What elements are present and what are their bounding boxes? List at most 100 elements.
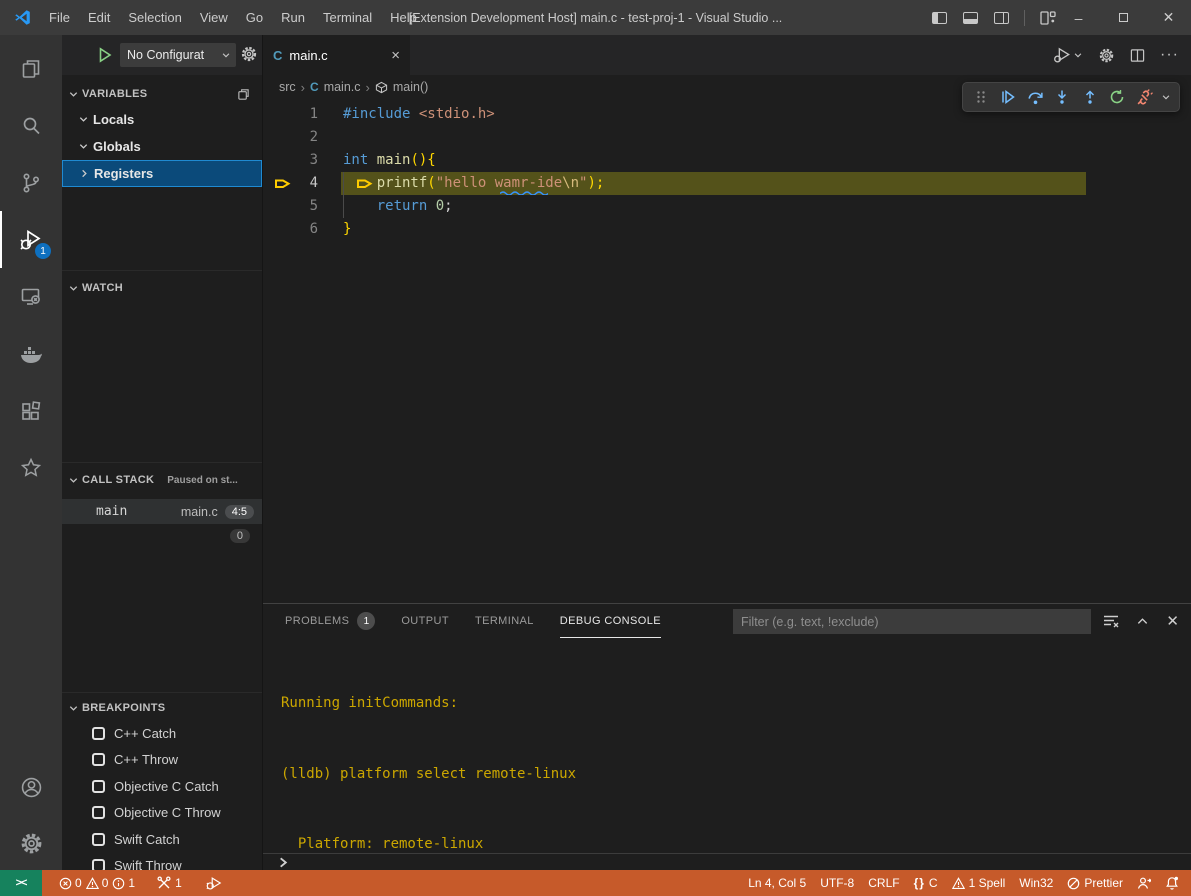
platform-indicator[interactable]: Win32 bbox=[1012, 870, 1060, 896]
step-over-button[interactable] bbox=[1023, 85, 1047, 109]
code-editor[interactable]: 1 2 3 4 5 6 #include <stdio.h> int main(… bbox=[263, 99, 1191, 603]
sidebar-item-docker[interactable] bbox=[0, 325, 62, 382]
tab-terminal[interactable]: TERMINAL bbox=[475, 604, 534, 638]
variables-scope-locals[interactable]: Locals bbox=[62, 106, 262, 133]
maximize-panel-icon[interactable] bbox=[1136, 615, 1149, 628]
continue-button[interactable] bbox=[996, 85, 1020, 109]
launch-config-gear-icon[interactable] bbox=[240, 45, 258, 63]
debug-configuration-select[interactable]: No Configurat bbox=[120, 43, 236, 67]
checkbox-unchecked[interactable] bbox=[92, 806, 105, 819]
breakpoint-objc-throw[interactable]: Objective C Throw bbox=[62, 800, 262, 827]
close-button[interactable]: ✕ bbox=[1146, 0, 1191, 35]
sidebar-item-search[interactable] bbox=[0, 97, 62, 154]
account-button[interactable] bbox=[0, 759, 62, 816]
cursor-position[interactable]: Ln 4, Col 5 bbox=[741, 870, 813, 896]
console-filter-input[interactable] bbox=[733, 609, 1091, 634]
call-stack-section-header[interactable]: CALL STACK Paused on st... bbox=[62, 468, 262, 492]
debug-toolbar-more[interactable] bbox=[1159, 85, 1173, 109]
editor-settings-gear-icon[interactable] bbox=[1098, 47, 1115, 64]
settings-button[interactable] bbox=[0, 816, 62, 870]
toolbar-drag-handle[interactable] bbox=[969, 85, 993, 109]
close-tab-icon[interactable]: × bbox=[391, 47, 400, 64]
menu-view[interactable]: View bbox=[191, 0, 237, 35]
code-line-1[interactable]: #include <stdio.h> bbox=[343, 103, 495, 126]
tab-main-c[interactable]: C main.c × bbox=[263, 35, 410, 75]
code-line-5[interactable]: return 0; bbox=[343, 195, 453, 218]
code-line-6[interactable]: } bbox=[343, 218, 351, 241]
step-into-button[interactable] bbox=[1050, 85, 1074, 109]
call-stack-frame-main[interactable]: main main.c 4:5 bbox=[62, 499, 262, 524]
line-number[interactable]: 1 bbox=[263, 103, 318, 126]
code-line-4[interactable]: printf("hello wamr-ide\n"); bbox=[343, 172, 604, 195]
call-stack-session-row[interactable]: 0 bbox=[62, 524, 262, 548]
sidebar-item-source-control[interactable] bbox=[0, 154, 62, 211]
breadcrumb-symbol[interactable]: main() bbox=[393, 80, 428, 94]
menu-go[interactable]: Go bbox=[237, 0, 272, 35]
current-statement-gutter-arrow-icon[interactable] bbox=[274, 176, 291, 191]
maximize-button[interactable] bbox=[1101, 0, 1146, 35]
split-editor-icon[interactable] bbox=[1130, 48, 1145, 63]
debug-session-status[interactable] bbox=[199, 870, 229, 896]
menu-terminal[interactable]: Terminal bbox=[314, 0, 381, 35]
line-number[interactable]: 3 bbox=[263, 149, 318, 172]
checkbox-unchecked[interactable] bbox=[92, 753, 105, 766]
breakpoint-swift-throw[interactable]: Swift Throw bbox=[62, 853, 262, 871]
breakpoint-cpp-throw[interactable]: C++ Throw bbox=[62, 747, 262, 774]
breadcrumb-folder[interactable]: src bbox=[279, 80, 296, 94]
menu-selection[interactable]: Selection bbox=[119, 0, 190, 35]
debug-console-input[interactable] bbox=[263, 853, 1191, 870]
watch-section-header[interactable]: WATCH bbox=[62, 276, 262, 300]
variables-scope-registers[interactable]: Registers bbox=[62, 160, 262, 187]
tab-debug-console[interactable]: DEBUG CONSOLE bbox=[560, 604, 661, 638]
line-number[interactable]: 5 bbox=[263, 195, 318, 218]
sidebar-item-extensions[interactable] bbox=[0, 382, 62, 439]
menu-edit[interactable]: Edit bbox=[79, 0, 119, 35]
formatter-status[interactable]: Prettier bbox=[1060, 870, 1130, 896]
menu-run[interactable]: Run bbox=[272, 0, 314, 35]
checkbox-unchecked[interactable] bbox=[92, 833, 105, 846]
toggle-secondary-sidebar-icon[interactable] bbox=[994, 12, 1009, 24]
code-line-3[interactable]: int main(){ bbox=[343, 149, 436, 172]
tab-problems[interactable]: PROBLEMS1 bbox=[285, 604, 375, 638]
minimize-button[interactable]: – bbox=[1056, 0, 1101, 35]
remote-indicator[interactable]: >< bbox=[0, 870, 42, 896]
breadcrumb-file[interactable]: main.c bbox=[324, 80, 361, 94]
language-mode[interactable]: {} C bbox=[907, 870, 945, 896]
close-panel-icon[interactable]: ✕ bbox=[1166, 612, 1179, 630]
breakpoints-section-header[interactable]: BREAKPOINTS bbox=[62, 696, 262, 720]
breakpoint-cpp-catch[interactable]: C++ Catch bbox=[62, 720, 262, 747]
feedback-button[interactable] bbox=[1130, 870, 1158, 896]
more-actions-icon[interactable]: ··· bbox=[1160, 46, 1179, 64]
sidebar-item-explorer[interactable] bbox=[0, 40, 62, 97]
copy-icon[interactable] bbox=[237, 88, 250, 101]
variables-scope-globals[interactable]: Globals bbox=[62, 133, 262, 160]
notifications-button[interactable] bbox=[1158, 870, 1191, 896]
sidebar-item-run-debug[interactable]: 1 bbox=[0, 211, 62, 268]
checkbox-unchecked[interactable] bbox=[92, 780, 105, 793]
checkbox-unchecked[interactable] bbox=[92, 727, 105, 740]
disconnect-button[interactable] bbox=[1132, 85, 1156, 109]
restart-button[interactable] bbox=[1105, 85, 1129, 109]
menu-file[interactable]: File bbox=[40, 0, 79, 35]
spell-checker-status[interactable]: 1 Spell bbox=[945, 870, 1013, 896]
sidebar-item-favorites[interactable] bbox=[0, 439, 62, 496]
breakpoint-objc-catch[interactable]: Objective C Catch bbox=[62, 773, 262, 800]
problems-status[interactable]: 0 0 1 bbox=[52, 870, 142, 896]
checkbox-unchecked[interactable] bbox=[92, 859, 105, 870]
start-debugging-icon[interactable] bbox=[98, 47, 112, 63]
tab-output[interactable]: OUTPUT bbox=[401, 604, 449, 638]
toggle-sidebar-icon[interactable] bbox=[932, 12, 947, 24]
clear-console-icon[interactable] bbox=[1103, 614, 1119, 628]
line-number[interactable]: 2 bbox=[263, 126, 318, 149]
step-out-button[interactable] bbox=[1078, 85, 1102, 109]
line-number[interactable]: 6 bbox=[263, 218, 318, 241]
run-or-debug-button[interactable] bbox=[1053, 47, 1083, 63]
variables-section-header[interactable]: VARIABLES bbox=[62, 82, 262, 106]
breakpoint-swift-catch[interactable]: Swift Catch bbox=[62, 826, 262, 853]
sidebar-item-remote-explorer[interactable] bbox=[0, 268, 62, 325]
customize-layout-icon[interactable] bbox=[1040, 11, 1056, 24]
eol-indicator[interactable]: CRLF bbox=[861, 870, 906, 896]
encoding-indicator[interactable]: UTF-8 bbox=[813, 870, 861, 896]
tools-status[interactable]: 1 bbox=[150, 870, 189, 896]
toggle-panel-icon[interactable] bbox=[963, 12, 978, 24]
